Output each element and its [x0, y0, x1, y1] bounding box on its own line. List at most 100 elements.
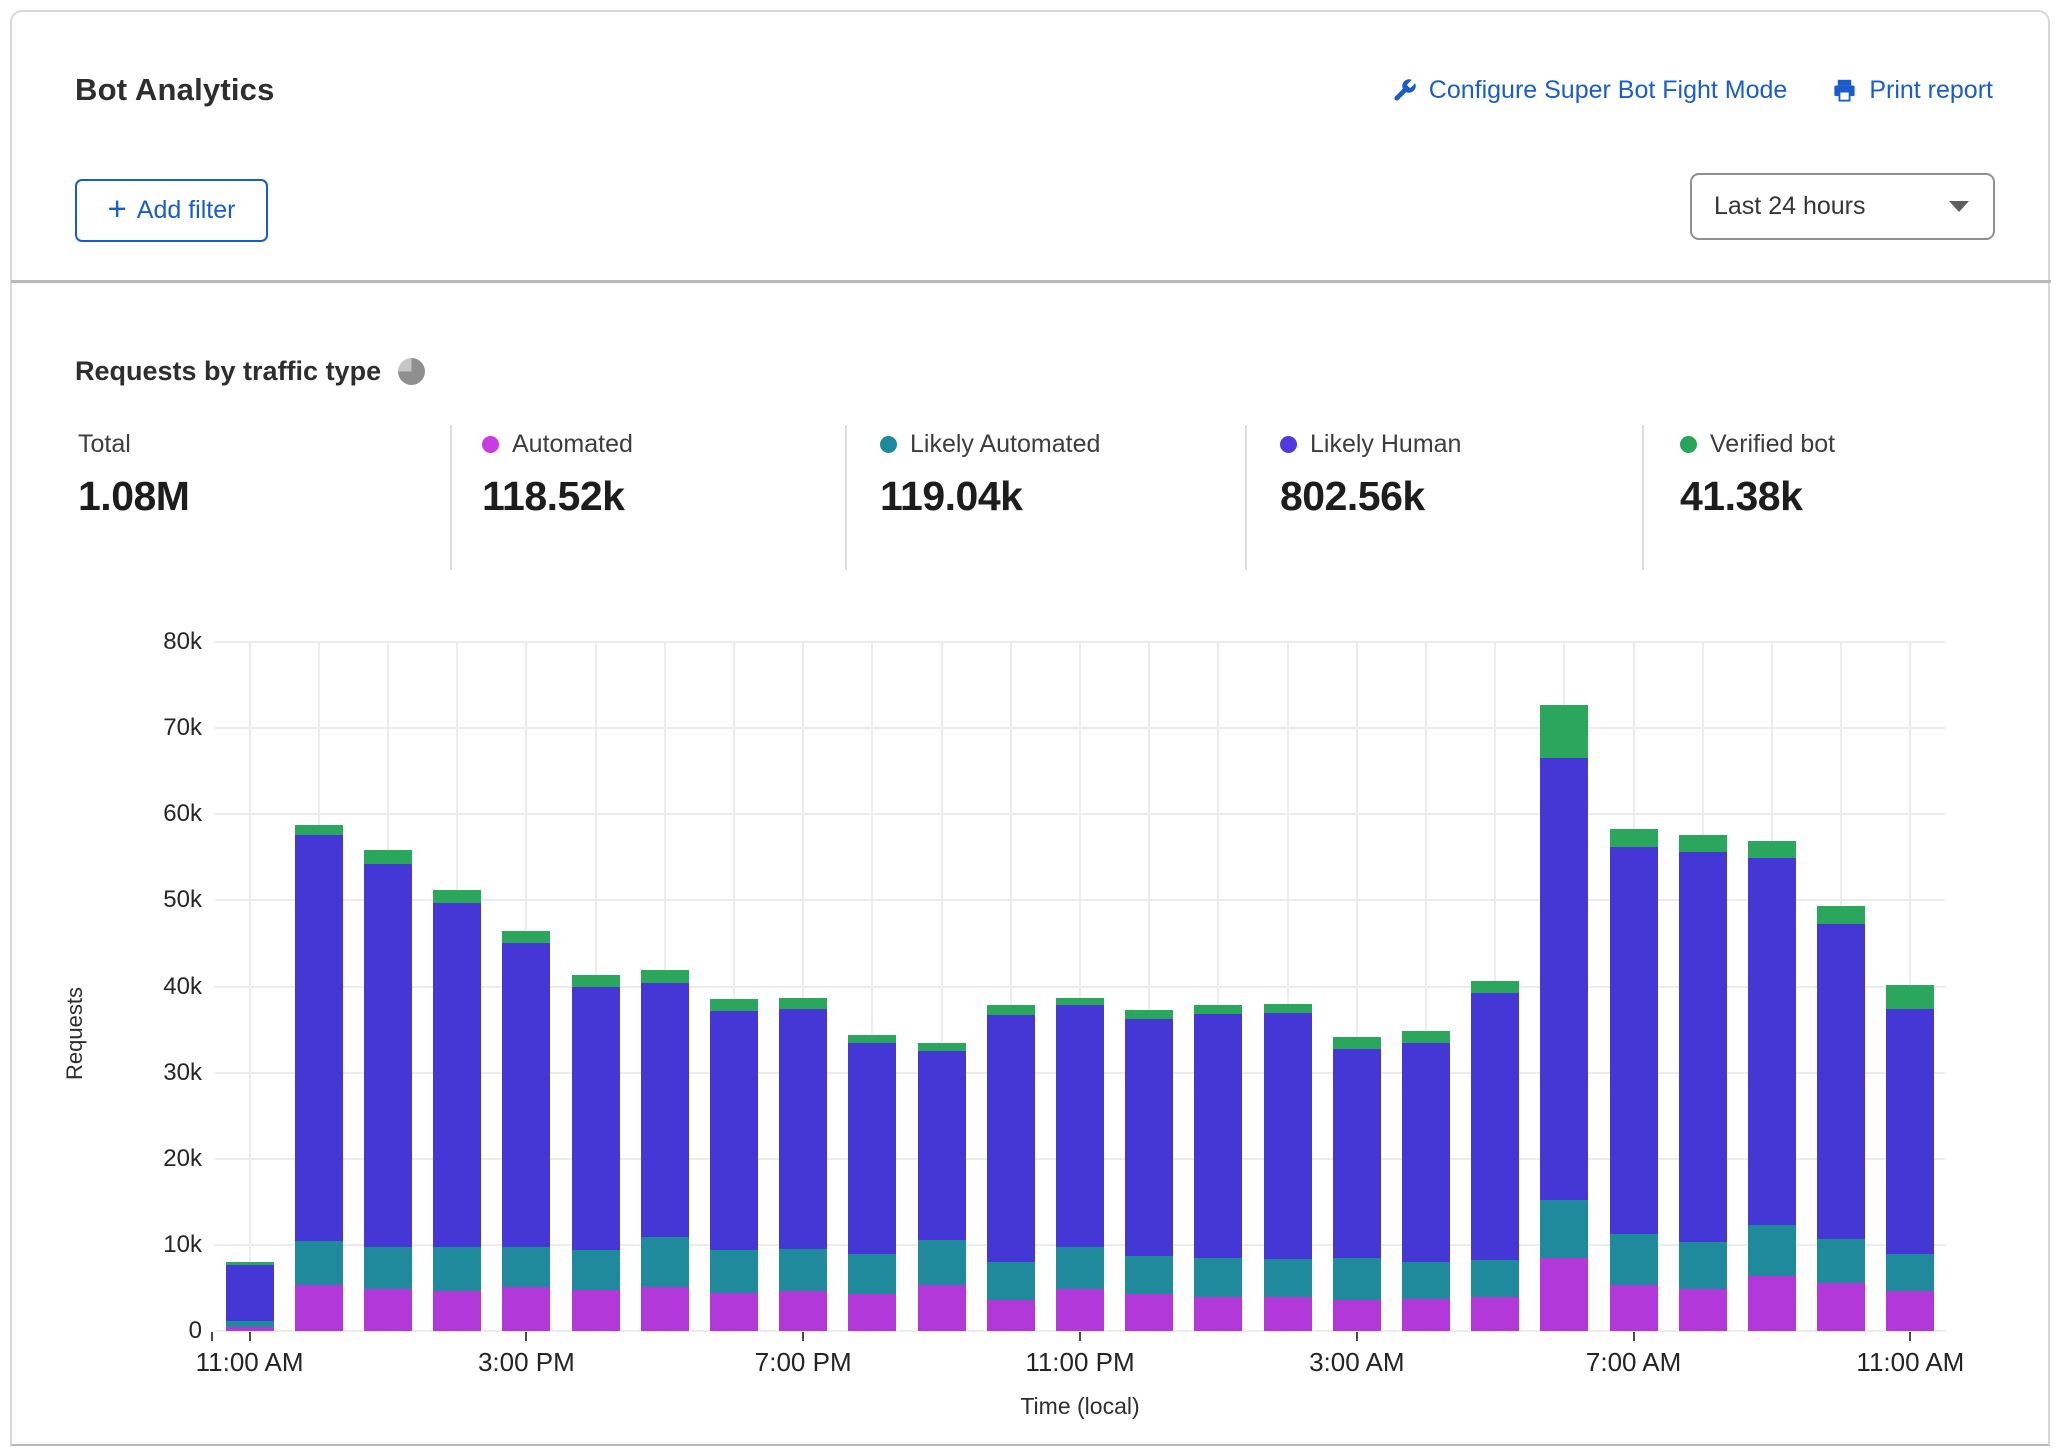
y-tick-label: 60k	[90, 799, 202, 829]
stacked-bar-5-00-pm[interactable]	[641, 970, 689, 1331]
x-origin-tick	[211, 1332, 213, 1341]
stacked-bar-4-00-am[interactable]	[1402, 1031, 1450, 1331]
stacked-bar-8-00-pm[interactable]	[848, 1035, 896, 1331]
segment-likely-automated	[1886, 1254, 1934, 1291]
bar-cell	[976, 642, 1045, 1331]
print-report-link[interactable]: Print report	[1831, 76, 1993, 105]
segment-likely-automated	[572, 1250, 620, 1290]
segment-likely-human	[641, 983, 689, 1237]
segment-likely-automated	[1610, 1234, 1658, 1286]
stat-verified-bot: Verified bot41.38k	[1680, 430, 1835, 520]
stacked-bar-7-00-pm[interactable]	[779, 998, 827, 1331]
segment-automated	[1125, 1294, 1173, 1331]
header-links: Configure Super Bot Fight Mode Print rep…	[1391, 76, 1993, 105]
bar-cell	[1599, 642, 1668, 1331]
segment-automated	[364, 1289, 412, 1331]
segment-likely-human	[1333, 1049, 1381, 1257]
x-tick-mark	[802, 1332, 804, 1341]
segment-likely-automated	[1679, 1242, 1727, 1289]
stacked-bar-2-00-am[interactable]	[1264, 1004, 1312, 1331]
time-range-dropdown[interactable]: Last 24 hours	[1690, 173, 1995, 240]
segment-likely-human	[1679, 852, 1727, 1242]
bar-cell	[215, 642, 284, 1331]
stacked-bar-6-00-pm[interactable]	[710, 999, 758, 1331]
bar-cell	[630, 642, 699, 1331]
segment-verified-bot	[987, 1005, 1035, 1015]
stacked-bar-11-00-am[interactable]	[1886, 985, 1934, 1331]
x-tick-label: 7:00 AM	[1586, 1347, 1681, 1378]
segment-likely-automated	[1194, 1258, 1242, 1298]
stacked-bar-6-00-am[interactable]	[1540, 705, 1588, 1331]
segment-automated	[572, 1290, 620, 1331]
stacked-bar-1-00-am[interactable]	[1194, 1005, 1242, 1331]
segment-automated	[1610, 1285, 1658, 1331]
bar-cell	[423, 642, 492, 1331]
stat-label: Likely Human	[1310, 430, 1461, 459]
stat-value: 119.04k	[880, 473, 1100, 520]
bar-cell	[284, 642, 353, 1331]
y-tick-label: 70k	[90, 713, 202, 743]
legend-dot	[482, 436, 499, 453]
legend-dot	[1280, 436, 1297, 453]
segment-verified-bot	[1333, 1037, 1381, 1049]
segment-likely-automated	[641, 1237, 689, 1287]
segment-automated	[1333, 1300, 1381, 1331]
stacked-bar-11-00-pm[interactable]	[1056, 998, 1104, 1331]
plus-icon	[108, 192, 127, 225]
stat-label-row: Automated	[482, 430, 633, 459]
stacked-bar-1-00-pm[interactable]	[364, 850, 412, 1331]
segment-verified-bot	[779, 998, 827, 1009]
segment-likely-automated	[1540, 1200, 1588, 1258]
stacked-bar-9-00-pm[interactable]	[918, 1043, 966, 1332]
segment-verified-bot	[433, 890, 481, 903]
segment-likely-automated	[918, 1240, 966, 1286]
add-filter-button[interactable]: Add filter	[75, 179, 268, 242]
stacked-bar-11-00-am[interactable]	[226, 1262, 274, 1331]
stat-label: Total	[78, 430, 131, 459]
stacked-bar-5-00-am[interactable]	[1471, 981, 1519, 1331]
stacked-bar-7-00-am[interactable]	[1610, 829, 1658, 1331]
stat-value: 1.08M	[78, 473, 189, 520]
stacked-bar-10-00-pm[interactable]	[987, 1005, 1035, 1331]
segment-automated	[1540, 1258, 1588, 1331]
stacked-bar-4-00-pm[interactable]	[572, 975, 620, 1331]
segment-verified-bot	[1679, 835, 1727, 852]
segment-likely-automated	[433, 1247, 481, 1290]
stacked-bar-10-00-am[interactable]	[1817, 906, 1865, 1331]
stat-divider	[1642, 425, 1644, 570]
x-tick-mark	[1633, 1332, 1635, 1341]
stacked-bar-12-00-pm[interactable]	[295, 825, 343, 1331]
stacked-bar-9-00-am[interactable]	[1748, 841, 1796, 1331]
y-tick-label: 40k	[90, 972, 202, 1002]
stat-label-row: Total	[78, 430, 189, 459]
segment-automated	[710, 1293, 758, 1331]
stacked-bar-8-00-am[interactable]	[1679, 835, 1727, 1331]
stacked-bar-3-00-am[interactable]	[1333, 1037, 1381, 1331]
stat-divider	[1245, 425, 1247, 570]
segment-likely-human	[918, 1051, 966, 1240]
segment-likely-automated	[1125, 1256, 1173, 1294]
stat-divider	[845, 425, 847, 570]
x-tick-mark	[525, 1332, 527, 1341]
stat-value: 118.52k	[482, 473, 633, 520]
segment-likely-automated	[848, 1254, 896, 1294]
segment-likely-automated	[1471, 1260, 1519, 1297]
segment-likely-human	[848, 1043, 896, 1253]
y-axis-ticks: 010k20k30k40k50k60k70k80k	[90, 642, 202, 1331]
segment-verified-bot	[1194, 1005, 1242, 1014]
segment-likely-human	[1817, 924, 1865, 1239]
segment-automated	[502, 1287, 550, 1331]
stacked-bar-12-00-am[interactable]	[1125, 1010, 1173, 1331]
stat-likely-automated: Likely Automated119.04k	[880, 430, 1100, 520]
stacked-bar-2-00-pm[interactable]	[433, 890, 481, 1331]
plot-area	[215, 642, 1945, 1331]
segment-verified-bot	[1402, 1031, 1450, 1042]
bar-cell	[838, 642, 907, 1331]
configure-super-bot-fight-mode-link[interactable]: Configure Super Bot Fight Mode	[1391, 76, 1788, 105]
x-tick-label: 3:00 AM	[1309, 1347, 1404, 1378]
print-link-label: Print report	[1869, 76, 1993, 105]
bar-cell	[492, 642, 561, 1331]
y-tick-label: 20k	[90, 1144, 202, 1174]
stacked-bar-3-00-pm[interactable]	[502, 931, 550, 1331]
segment-automated	[433, 1291, 481, 1331]
